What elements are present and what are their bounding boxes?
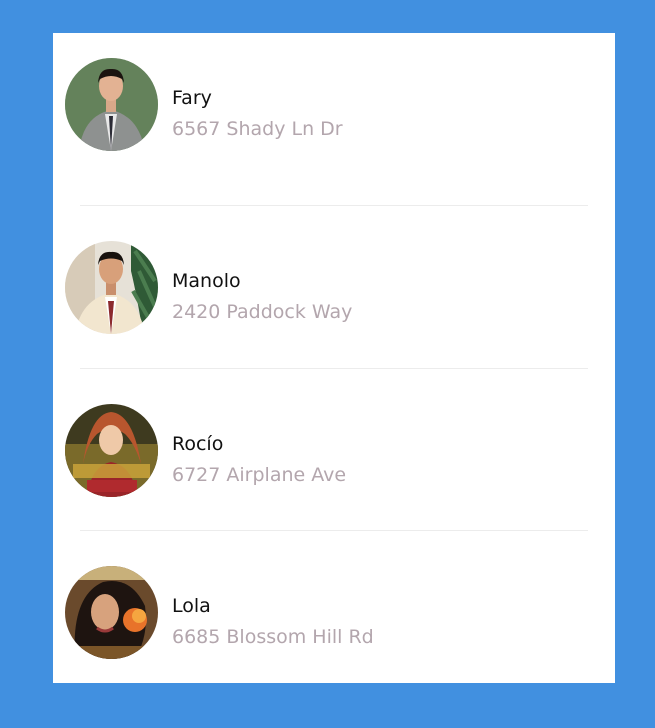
divider <box>80 368 588 369</box>
contact-name: Fary <box>172 87 212 109</box>
divider <box>80 530 588 531</box>
contact-address: 6685 Blossom Hill Rd <box>172 626 374 648</box>
avatar[interactable] <box>65 241 158 334</box>
avatar[interactable] <box>65 566 158 659</box>
contact-name: Manolo <box>172 270 241 292</box>
contact-address: 6567 Shady Ln Dr <box>172 118 343 140</box>
contact-address: 2420 Paddock Way <box>172 301 353 323</box>
person-photo-avatar-icon <box>65 404 158 497</box>
contact-address: 6727 Airplane Ave <box>172 464 347 486</box>
divider <box>80 205 588 206</box>
contact-item[interactable]: Lola 6685 Blossom Hill Rd <box>53 566 615 666</box>
contact-list-card: Fary 6567 Shady Ln Dr Manolo 2420 Paddoc… <box>53 33 615 683</box>
contact-item[interactable]: Rocío 6727 Airplane Ave <box>53 404 615 504</box>
person-photo-avatar-icon <box>65 58 158 151</box>
contact-name: Lola <box>172 595 211 617</box>
contact-item[interactable]: Manolo 2420 Paddock Way <box>53 241 615 341</box>
contact-item[interactable]: Fary 6567 Shady Ln Dr <box>53 58 615 158</box>
avatar[interactable] <box>65 404 158 497</box>
person-photo-avatar-icon <box>65 566 158 659</box>
person-photo-avatar-icon <box>65 241 158 334</box>
contact-name: Rocío <box>172 433 224 455</box>
avatar[interactable] <box>65 58 158 151</box>
